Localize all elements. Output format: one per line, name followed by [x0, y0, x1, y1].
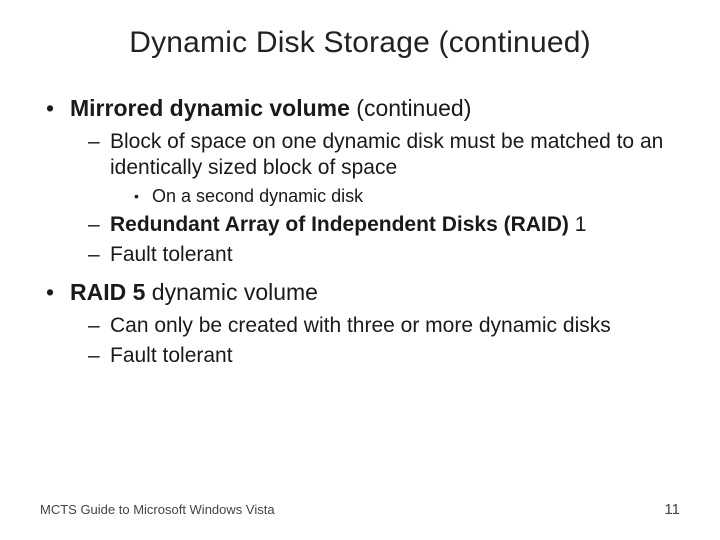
bullet-mirrored-rest: (continued)	[350, 95, 471, 121]
sublist-mirrored: Block of space on one dynamic disk must …	[70, 129, 680, 269]
sub-block-space-text: Block of space on one dynamic disk must …	[110, 130, 663, 179]
bullet-mirrored: Mirrored dynamic volume (continued) Bloc…	[46, 94, 680, 268]
page-number: 11	[664, 501, 680, 518]
bullet-mirrored-bold: Mirrored dynamic volume	[70, 95, 350, 121]
sub-raid1: Redundant Array of Independent Disks (RA…	[88, 212, 680, 238]
slide: Dynamic Disk Storage (continued) Mirrore…	[0, 0, 720, 540]
subsub-second-disk: On a second dynamic disk	[134, 185, 680, 208]
subsub-second-disk-text: On a second dynamic disk	[152, 186, 363, 206]
sublist-raid5: Can only be created with three or more d…	[70, 313, 680, 370]
sub-fault-tolerant-1-text: Fault tolerant	[110, 243, 233, 266]
sub-fault-tolerant-2-text: Fault tolerant	[110, 344, 233, 367]
footer-text: MCTS Guide to Microsoft Windows Vista	[40, 502, 275, 517]
bullet-raid5-bold: RAID 5	[70, 279, 145, 305]
bullet-list: Mirrored dynamic volume (continued) Bloc…	[40, 94, 680, 370]
sub-three-disks: Can only be created with three or more d…	[88, 313, 680, 339]
bullet-raid5-rest: dynamic volume	[145, 279, 318, 305]
footer: MCTS Guide to Microsoft Windows Vista 11	[40, 501, 680, 518]
sub-raid1-rest: 1	[569, 213, 587, 236]
sub-three-disks-text: Can only be created with three or more d…	[110, 314, 611, 337]
sub-raid1-bold: Redundant Array of Independent Disks (RA…	[110, 213, 569, 236]
subsub-list: On a second dynamic disk	[110, 185, 680, 208]
slide-title: Dynamic Disk Storage (continued)	[40, 26, 680, 60]
bullet-raid5: RAID 5 dynamic volume Can only be create…	[46, 278, 680, 369]
sub-fault-tolerant-1: Fault tolerant	[88, 242, 680, 268]
sub-block-space: Block of space on one dynamic disk must …	[88, 129, 680, 208]
sub-fault-tolerant-2: Fault tolerant	[88, 343, 680, 369]
